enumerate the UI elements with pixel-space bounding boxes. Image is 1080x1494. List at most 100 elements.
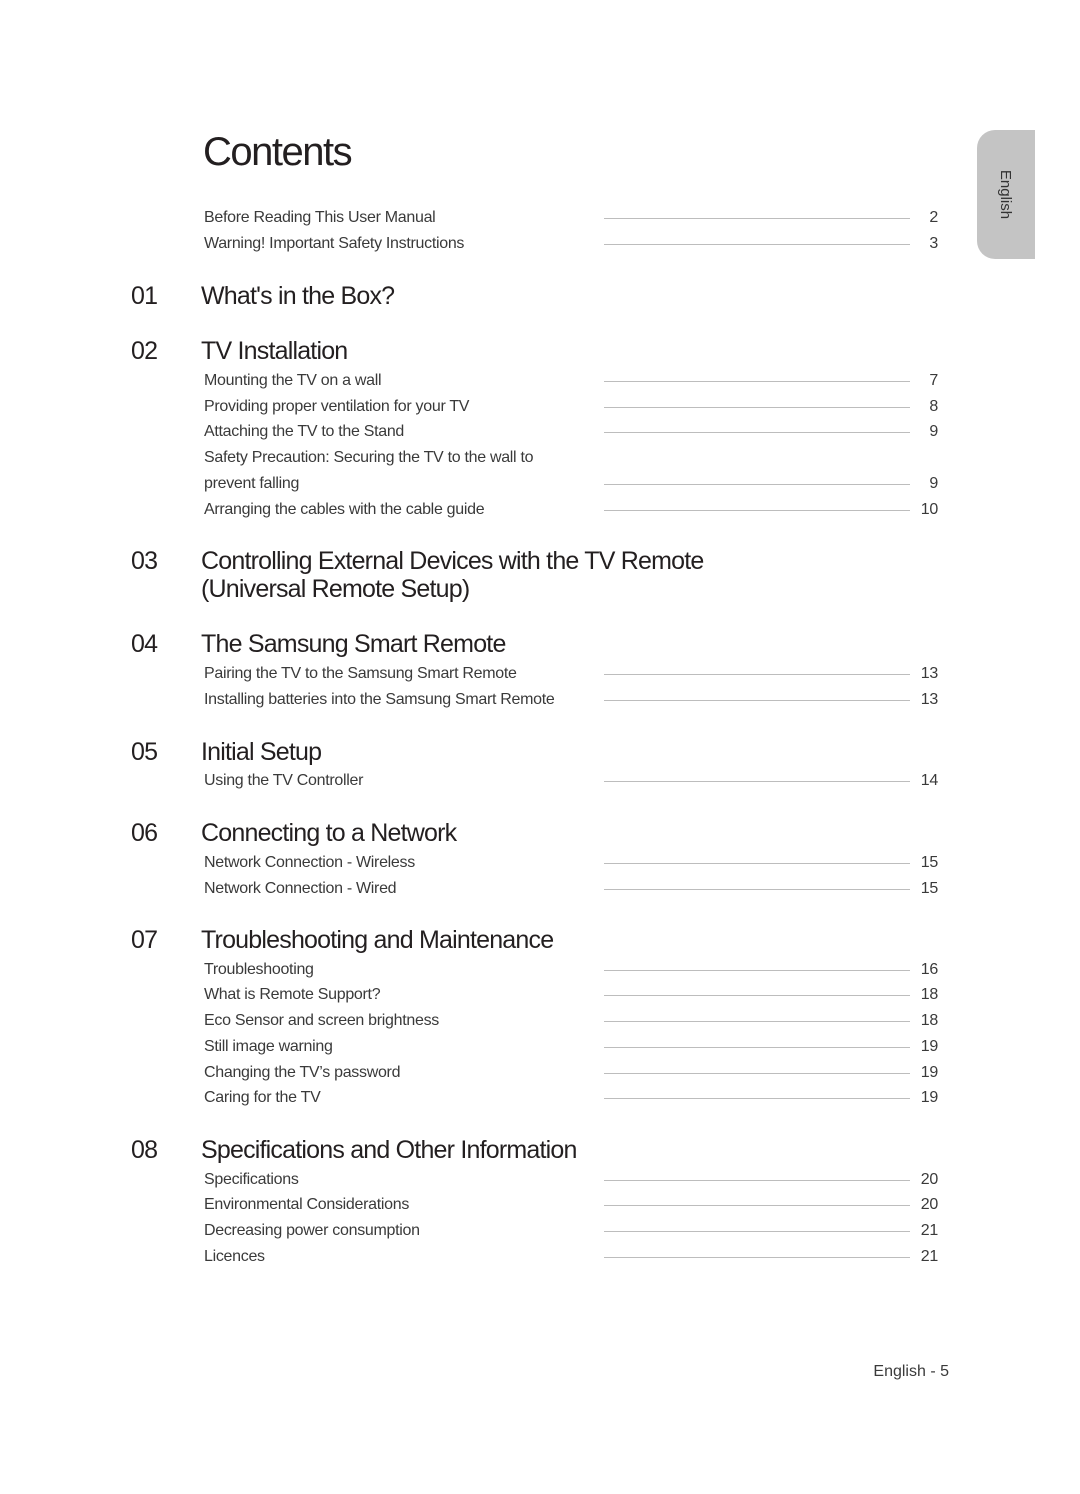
- leader-line: [604, 781, 910, 782]
- toc-entry-label: Licences: [204, 1248, 265, 1265]
- toc-entry[interactable]: Troubleshooting 16: [204, 957, 938, 983]
- leader-line: [604, 381, 910, 382]
- toc-entry-page: 20: [920, 1171, 939, 1188]
- toc-entry-page: 15: [920, 854, 939, 871]
- chapter-number: 03: [131, 547, 158, 575]
- toc-entry[interactable]: Providing proper ventilation for your TV…: [204, 394, 938, 420]
- chapter-title: Connecting to a Network: [201, 819, 457, 847]
- chapter-title: TV Installation: [201, 337, 348, 365]
- toc-entry[interactable]: prevent falling 9: [204, 471, 938, 497]
- toc-entry-label: Providing proper ventilation for your TV: [204, 398, 470, 415]
- chapter-title: The Samsung Smart Remote: [201, 630, 506, 658]
- toc-entry[interactable]: Network Connection - Wired 15: [204, 876, 938, 902]
- toc-entry-page: 19: [920, 1089, 939, 1106]
- leader-line: [604, 432, 910, 433]
- toc-entry-page: 8: [929, 398, 938, 415]
- toc-entry-page: 19: [920, 1064, 939, 1081]
- toc-entry-page: 14: [920, 772, 939, 789]
- leader-line: [604, 1180, 910, 1181]
- toc-entry-page: 16: [920, 961, 939, 978]
- chapter-number: 01: [131, 282, 158, 310]
- leader-line: [604, 1073, 910, 1074]
- chapter-title-line2: (Universal Remote Setup): [201, 575, 470, 603]
- toc-entry[interactable]: Environmental Considerations 20: [204, 1192, 938, 1218]
- toc-entry-page: 9: [929, 423, 938, 440]
- toc-entry-page: 18: [920, 1012, 939, 1029]
- toc-entry-page: 20: [920, 1196, 939, 1213]
- toc-entry[interactable]: Licences 21: [204, 1244, 938, 1270]
- toc-entry-label: Troubleshooting: [204, 961, 314, 978]
- toc-entry-label: Installing batteries into the Samsung Sm…: [204, 691, 555, 708]
- toc-entry[interactable]: What is Remote Support? 18: [204, 982, 938, 1008]
- toc-entry-label: Using the TV Controller: [204, 772, 364, 789]
- toc-entry-page: 7: [929, 372, 938, 389]
- chapter-title: What's in the Box?: [201, 282, 395, 310]
- chapter-title: Troubleshooting and Maintenance: [201, 926, 554, 954]
- toc-entry-label: Eco Sensor and screen brightness: [204, 1012, 439, 1029]
- toc-entry-label: Decreasing power consumption: [204, 1222, 420, 1239]
- chapter-title: Controlling External Devices with the TV…: [201, 547, 704, 575]
- toc-entry-page: 19: [920, 1038, 939, 1055]
- leader-line: [604, 510, 910, 511]
- toc-entry-label: Arranging the cables with the cable guid…: [204, 501, 485, 518]
- toc-entry-label: Caring for the TV: [204, 1089, 321, 1106]
- leader-line: [604, 1047, 910, 1048]
- toc-entry[interactable]: Arranging the cables with the cable guid…: [204, 497, 938, 523]
- leader-line: [604, 1257, 910, 1258]
- toc-entry[interactable]: Mounting the TV on a wall 7: [204, 368, 938, 394]
- leader-line: [604, 995, 910, 996]
- toc-entry-label: Attaching the TV to the Stand: [204, 423, 405, 440]
- leader-line: [604, 484, 910, 485]
- leader-line: [604, 700, 910, 701]
- toc-entry-label: prevent falling: [204, 475, 300, 492]
- leader-line: [604, 407, 910, 408]
- toc-entry[interactable]: Specifications 20: [204, 1167, 938, 1193]
- leader-line: [604, 1231, 910, 1232]
- chapter-number: 06: [131, 819, 158, 847]
- toc-entry[interactable]: Warning! Important Safety Instructions 3: [204, 231, 938, 257]
- leader-line: [604, 1205, 910, 1206]
- toc-entry[interactable]: Changing the TV’s password 19: [204, 1060, 938, 1086]
- language-tab[interactable]: English: [977, 130, 1035, 259]
- toc-entry-page: 9: [929, 475, 938, 492]
- page-title: Contents: [203, 130, 353, 174]
- toc-entry[interactable]: Attaching the TV to the Stand 9: [204, 419, 938, 445]
- toc-entry-label: Network Connection - Wired: [204, 880, 397, 897]
- toc-entry[interactable]: Using the TV Controller 14: [204, 768, 938, 794]
- chapter-number: 02: [131, 337, 158, 365]
- toc-entry-page: 18: [920, 986, 939, 1003]
- toc-entry-label: Safety Precaution: Securing the TV to th…: [204, 449, 534, 466]
- leader-line: [604, 218, 910, 219]
- toc-entry-page: 13: [920, 691, 939, 708]
- chapter-number: 07: [131, 926, 158, 954]
- page-footer: English - 5: [873, 1363, 949, 1380]
- leader-line: [604, 863, 910, 864]
- toc-entry-label: Warning! Important Safety Instructions: [204, 235, 465, 252]
- toc-entry[interactable]: Safety Precaution: Securing the TV to th…: [204, 445, 938, 471]
- toc-entry[interactable]: Network Connection - Wireless 15: [204, 850, 938, 876]
- chapter-number: 04: [131, 630, 158, 658]
- toc-entry[interactable]: Installing batteries into the Samsung Sm…: [204, 687, 938, 713]
- toc-entry[interactable]: Pairing the TV to the Samsung Smart Remo…: [204, 661, 938, 687]
- leader-line: [604, 1021, 910, 1022]
- toc-entry-label: Changing the TV’s password: [204, 1064, 401, 1081]
- toc-entry-page: 2: [929, 209, 938, 226]
- toc-entry[interactable]: Still image warning 19: [204, 1034, 938, 1060]
- toc-entry-page: 13: [920, 665, 939, 682]
- language-tab-label: English: [997, 169, 1015, 220]
- toc-entry-label: Pairing the TV to the Samsung Smart Remo…: [204, 665, 517, 682]
- toc-entry-page: 21: [920, 1248, 939, 1265]
- toc-entry[interactable]: Before Reading This User Manual 2: [204, 205, 938, 231]
- toc-entry-label: Environmental Considerations: [204, 1196, 410, 1213]
- toc-entry-label: Before Reading This User Manual: [204, 209, 436, 226]
- chapter-title: Specifications and Other Information: [201, 1136, 577, 1164]
- toc-entry[interactable]: Eco Sensor and screen brightness 18: [204, 1008, 938, 1034]
- toc-entry[interactable]: Caring for the TV 19: [204, 1085, 938, 1111]
- toc-entry-label: What is Remote Support?: [204, 986, 381, 1003]
- chapter-number: 08: [131, 1136, 158, 1164]
- toc-entry[interactable]: Decreasing power consumption 21: [204, 1218, 938, 1244]
- toc-entry-page: 10: [920, 501, 939, 518]
- chapter-number: 05: [131, 738, 158, 766]
- chapter-title: Initial Setup: [201, 738, 322, 766]
- leader-line: [604, 970, 910, 971]
